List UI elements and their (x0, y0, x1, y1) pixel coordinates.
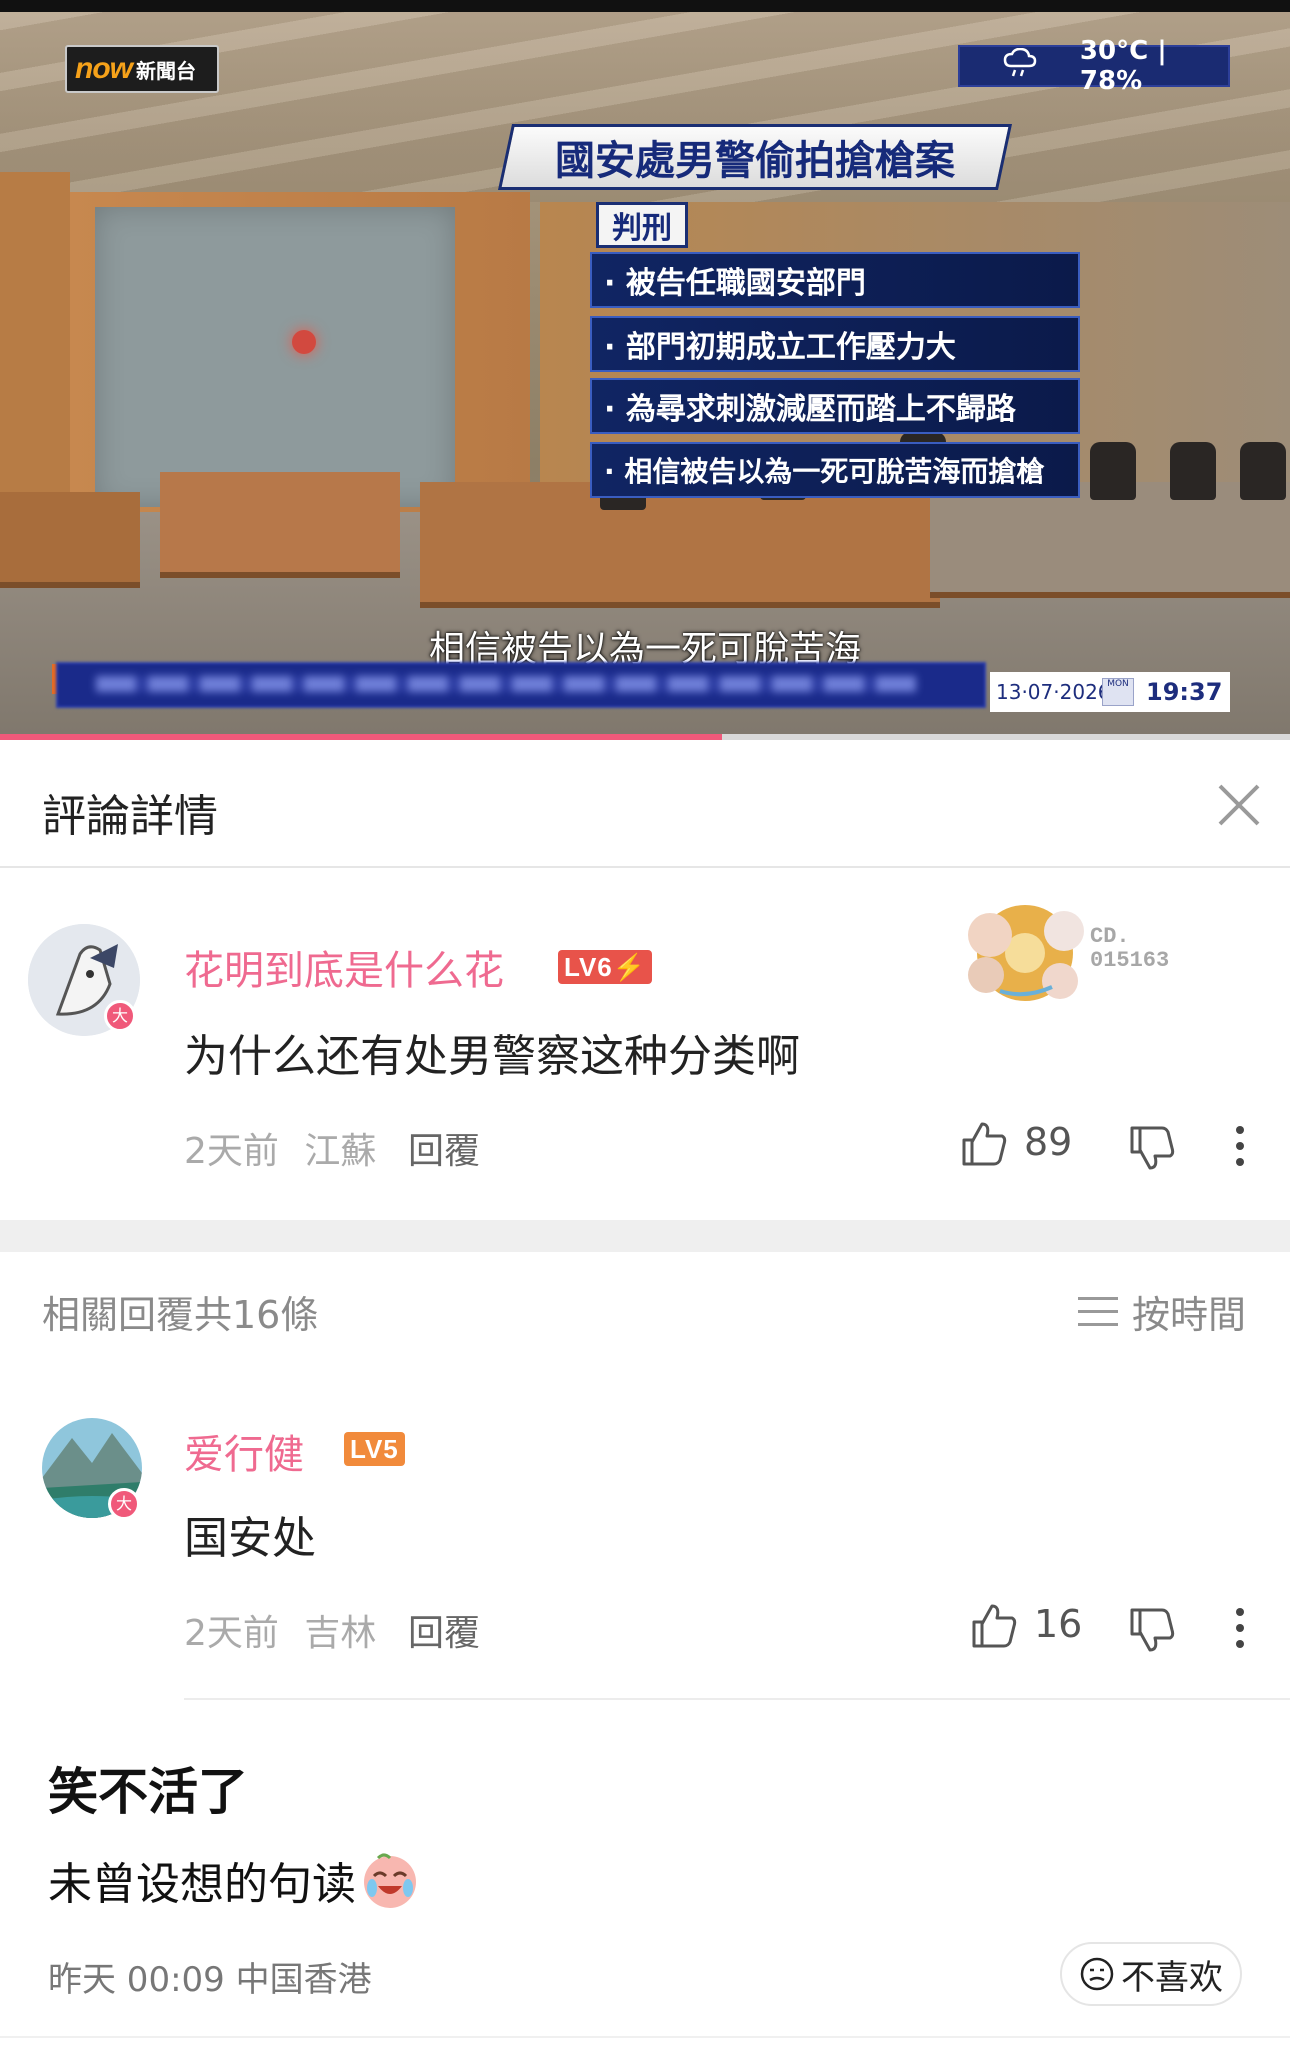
broadcast-time: 19:37 (1146, 678, 1223, 706)
reply-location: 吉林 (304, 1613, 377, 1654)
panel-title: 評論詳情 (42, 791, 218, 842)
news-ticker (56, 662, 986, 708)
section-divider (0, 1220, 1290, 1252)
like-count: 89 (1024, 1120, 1073, 1164)
reply-button[interactable]: 回覆 (408, 1122, 480, 1174)
post-title: 笑不活了 (48, 1763, 248, 1821)
comment-location: 江蘇 (304, 1131, 377, 1172)
weather-text: 30°C | 78% (1079, 36, 1167, 96)
post-body: 未曾设想的句读 (48, 1848, 420, 1912)
calendar-icon: MON (1102, 678, 1134, 706)
dislike-button[interactable]: 不喜欢 (1060, 1942, 1242, 2006)
date-time-box: 13·07·2026 MON 19:37 (990, 672, 1230, 712)
thumbs-up-icon[interactable] (970, 1602, 1018, 1654)
scene-bench (0, 492, 140, 582)
post-meta: 昨天 00:09 中国香港 (48, 1960, 372, 2000)
scene-bench (420, 482, 940, 602)
scene-panel (95, 207, 455, 507)
reply-text: 国安处 (184, 1513, 316, 1564)
news-bullet: · 為尋求刺激減壓而踏上不歸路 (590, 378, 1080, 434)
comment-username[interactable]: 花明到底是什么花 (184, 938, 504, 996)
close-icon[interactable] (1214, 780, 1264, 830)
avatar-badge: 大 (104, 1000, 136, 1032)
calendar-day: MON (1107, 679, 1129, 689)
dislike-label: 不喜欢 (1121, 1957, 1223, 1998)
level-badge: LV5 (344, 1432, 405, 1466)
comment-panel-header: 評論詳情 (0, 740, 1290, 868)
news-bullet: · 被告任職國安部門 (590, 252, 1080, 308)
video-player[interactable]: now 新聞台 30°C | 78% 國安處男警偷拍搶槍案 判刑 · 被告任職國… (0, 12, 1290, 740)
like-count: 16 (1034, 1602, 1083, 1646)
level-text: LV6 (564, 952, 613, 982)
status-strip (0, 0, 1290, 12)
thumbs-up-icon[interactable] (960, 1120, 1008, 1172)
scene-light (292, 330, 316, 354)
channel-logo-brand: now (75, 52, 133, 85)
channel-logo: now 新聞台 (65, 45, 219, 93)
news-headline: 國安處男警偷拍搶槍案 (497, 124, 1013, 190)
decoration-code: CD. 015163 (1090, 924, 1170, 973)
comment-text: 为什么还有处男警察这种分类啊 (184, 1031, 800, 1082)
sort-button[interactable]: 按時間 (1078, 1284, 1246, 1339)
reply-button[interactable]: 回覆 (408, 1604, 480, 1656)
comment-time: 2天前 (184, 1131, 279, 1172)
cloud-rain-icon (960, 47, 1080, 85)
sort-label: 按時間 (1132, 1293, 1247, 1337)
weather-box: 30°C | 78% (958, 36, 1230, 96)
bottom-divider (0, 2036, 1290, 2038)
thumbs-down-icon[interactable] (1128, 1606, 1176, 1658)
crying-laughing-emoji-icon (360, 1850, 420, 1910)
menu-icon (1078, 1296, 1118, 1327)
comment-meta: 2天前 江蘇 (184, 1122, 376, 1174)
scene-bench (160, 472, 400, 572)
avatar-badge: 大 (108, 1488, 140, 1520)
level-badge: LV6⚡ (558, 950, 653, 984)
scene-chair (1090, 442, 1136, 500)
lightning-icon: ⚡ (612, 952, 647, 982)
channel-logo-name: 新聞台 (136, 58, 196, 83)
news-headline-text: 國安處男警偷拍搶槍案 (555, 138, 955, 184)
thumbs-down-icon[interactable] (1128, 1124, 1176, 1176)
news-bullet: · 部門初期成立工作壓力大 (590, 316, 1080, 372)
reply-time: 2天前 (184, 1613, 279, 1654)
post-body-text: 未曾设想的句读 (48, 1859, 356, 1910)
scene-chair (1170, 442, 1216, 500)
news-bullet: · 相信被告以為一死可脫苦海而搶槍 (590, 442, 1080, 498)
news-tag: 判刑 (596, 202, 688, 248)
more-icon[interactable] (1234, 1124, 1246, 1172)
replies-count: 相關回覆共16條 (42, 1293, 319, 1337)
neutral-face-icon (1080, 1957, 1114, 1991)
more-icon[interactable] (1234, 1606, 1246, 1654)
reply-meta: 2天前 吉林 (184, 1604, 376, 1656)
reply-divider (184, 1698, 1290, 1700)
scene-chair (1240, 442, 1286, 500)
broadcast-date: 13·07·2026 (996, 680, 1111, 704)
reply-username[interactable]: 爱行健 (184, 1422, 304, 1480)
